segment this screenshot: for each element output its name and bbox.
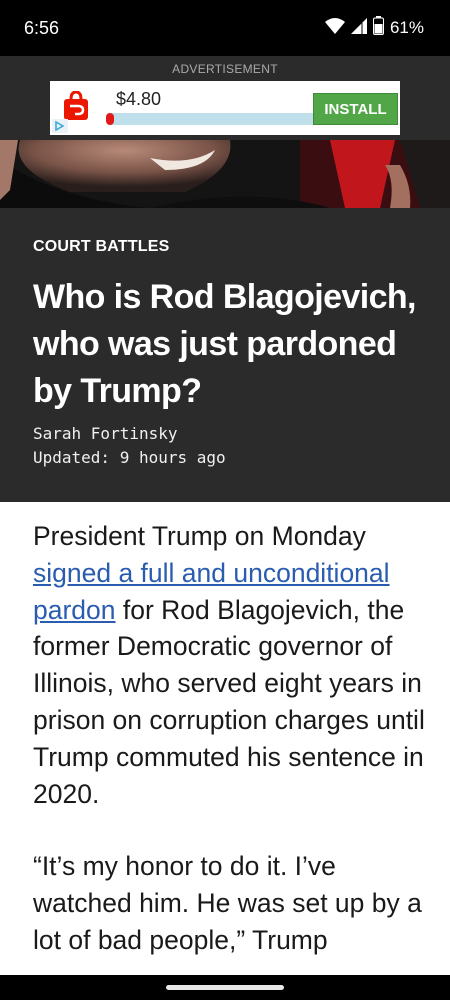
ad-area: ADVERTISEMENT $4.80 INSTALL (0, 56, 450, 140)
wifi-icon (324, 17, 345, 40)
ad-progress-fill (106, 113, 114, 125)
adchoices-icon[interactable] (52, 119, 68, 133)
status-time: 6:56 (24, 18, 60, 38)
paragraph: President Trump on Monday signed a full … (33, 518, 428, 812)
article-body: President Trump on Monday signed a full … (33, 518, 428, 995)
navigation-bar (0, 975, 450, 1000)
paragraph-text: for Rod Blagojevich, the former Democrat… (33, 594, 425, 809)
author-name[interactable]: Sarah Fortinsky (33, 422, 226, 446)
battery-icon (372, 16, 384, 40)
status-bar: 6:56 61% (0, 0, 450, 56)
section-kicker[interactable]: COURT BATTLES (33, 238, 170, 256)
ad-price: $4.80 (116, 89, 162, 109)
ad-banner[interactable]: $4.80 INSTALL (50, 81, 400, 135)
article-header: COURT BATTLES Who is Rod Blagojevich, wh… (0, 208, 450, 502)
battery-percent: 61% (389, 18, 424, 37)
signal-icon (350, 17, 367, 40)
headline: Who is Rod Blagojevich, who was just par… (33, 278, 417, 410)
paragraph-text: President Trump on Monday (33, 521, 366, 551)
byline: Sarah Fortinsky Updated: 9 hours ago (33, 422, 226, 470)
paragraph: “It’s my honor to do it. I’ve watched hi… (33, 851, 422, 955)
hero-image (0, 140, 450, 208)
updated-time: Updated: 9 hours ago (33, 448, 226, 467)
install-button[interactable]: INSTALL (313, 93, 398, 125)
ad-label: ADVERTISEMENT (172, 62, 278, 76)
home-gesture-handle[interactable] (166, 985, 284, 990)
status-icons: 61% (324, 16, 424, 40)
doordash-bag-icon (62, 90, 90, 121)
